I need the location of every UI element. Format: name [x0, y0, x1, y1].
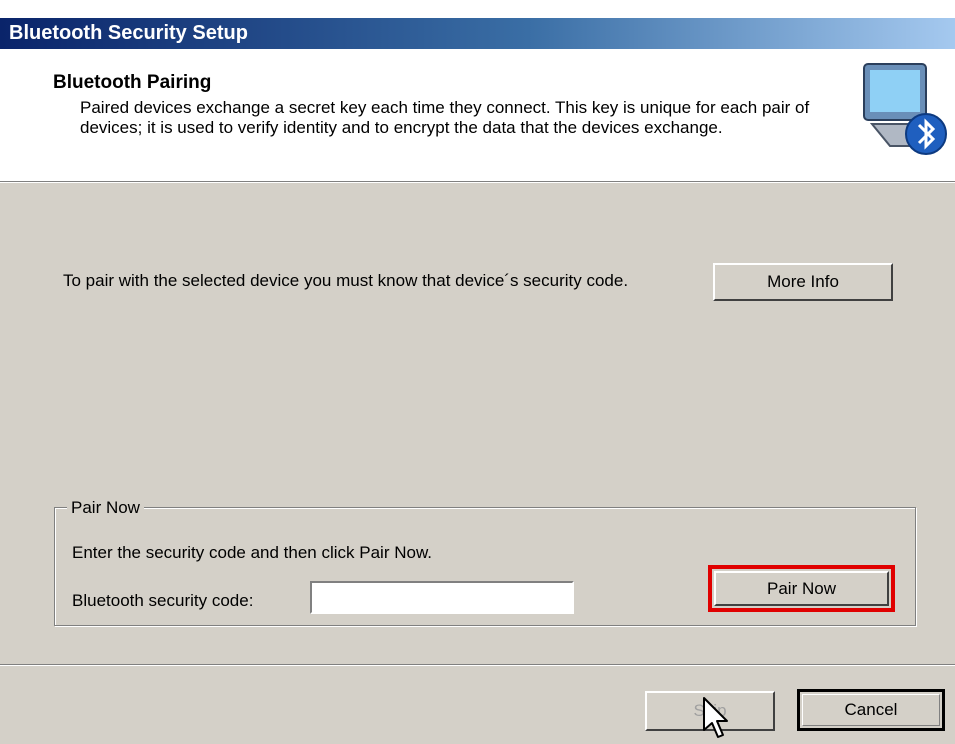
pairing-instruction: To pair with the selected device you mus… — [63, 271, 629, 290]
window-title: Bluetooth Security Setup — [9, 22, 248, 44]
pair-now-instruction: Enter the security code and then click P… — [72, 543, 433, 562]
header-description: Paired devices exchange a secret key eac… — [80, 98, 810, 137]
pair-now-button[interactable]: Pair Now — [714, 571, 889, 606]
footer-separator — [0, 664, 955, 666]
cancel-button-label: Cancel — [802, 694, 940, 726]
cancel-button[interactable]: Cancel — [797, 689, 945, 731]
security-code-label: Bluetooth security code: — [72, 591, 254, 610]
mouse-pointer-icon — [703, 697, 728, 738]
bluetooth-computer-icon — [863, 63, 947, 155]
title-bar[interactable]: Bluetooth Security Setup — [0, 18, 955, 49]
header-title: Bluetooth Pairing — [53, 72, 212, 93]
pair-now-legend: Pair Now — [67, 498, 144, 518]
more-info-button[interactable]: More Info — [713, 263, 893, 301]
header-separator — [0, 181, 955, 183]
security-code-input[interactable] — [310, 581, 574, 614]
